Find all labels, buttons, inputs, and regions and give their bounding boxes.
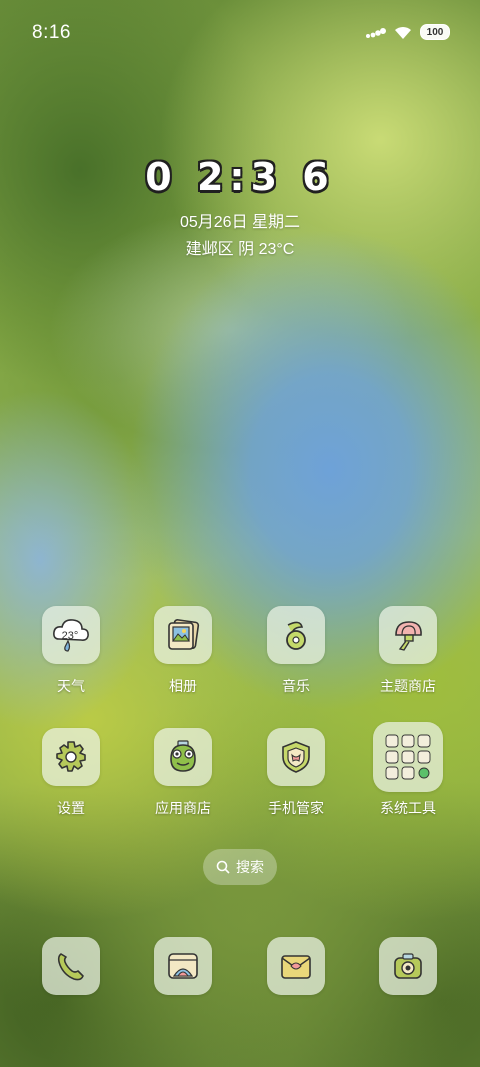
app-label: 设置 xyxy=(57,800,85,816)
app-music[interactable]: 音乐 xyxy=(246,606,346,696)
gallery-icon xyxy=(168,619,200,650)
camera-icon xyxy=(394,953,422,979)
battery-icon: 100 xyxy=(420,24,450,40)
browser-icon xyxy=(168,953,198,979)
app-tile[interactable] xyxy=(42,937,100,995)
folder-icon xyxy=(385,734,431,780)
app-label: 相册 xyxy=(169,678,197,694)
app-tile[interactable] xyxy=(154,606,212,664)
theme-store-icon xyxy=(395,621,422,651)
app-store-icon xyxy=(170,740,196,772)
phone-icon xyxy=(57,953,84,981)
weather-text: 建邺区 阴 23°C xyxy=(185,241,295,258)
signal-icon xyxy=(366,28,386,38)
app-label: 主题商店 xyxy=(380,678,436,694)
dock-messages[interactable] xyxy=(246,937,346,995)
gear-icon xyxy=(56,741,86,772)
app-tile[interactable] xyxy=(267,606,325,664)
app-label: 手机管家 xyxy=(268,800,324,816)
app-weather[interactable]: 23° 天气 xyxy=(21,606,121,696)
dock-camera[interactable] xyxy=(358,937,458,995)
status-time: 8:16 xyxy=(32,22,71,43)
app-label: 应用商店 xyxy=(155,800,211,816)
search-icon xyxy=(216,860,230,874)
app-gallery[interactable]: 相册 xyxy=(133,606,233,696)
dock-phone[interactable] xyxy=(21,937,121,995)
app-label: 系统工具 xyxy=(380,800,436,816)
search-button[interactable]: 搜索 xyxy=(203,849,277,885)
app-tile[interactable] xyxy=(379,937,437,995)
app-tile[interactable]: 23° xyxy=(42,606,100,664)
app-tile[interactable] xyxy=(42,728,100,786)
folder-tile[interactable] xyxy=(373,722,443,792)
music-icon xyxy=(286,621,306,650)
app-tile[interactable] xyxy=(267,728,325,786)
weather-icon-temp: 23° xyxy=(62,630,79,642)
app-app-store[interactable]: 应用商店 xyxy=(133,728,233,818)
app-tile[interactable] xyxy=(267,937,325,995)
lockscreen-clock: 0 2:3 6 xyxy=(145,155,335,199)
app-theme-store[interactable]: 主题商店 xyxy=(358,606,458,696)
app-label: 天气 xyxy=(57,678,85,694)
search-label: 搜索 xyxy=(236,859,264,875)
app-tile[interactable] xyxy=(154,937,212,995)
app-tile[interactable] xyxy=(379,606,437,664)
security-icon xyxy=(282,741,310,773)
app-settings[interactable]: 设置 xyxy=(21,728,121,818)
weather-icon: 23° xyxy=(53,619,89,652)
messages-icon xyxy=(281,955,311,979)
app-security[interactable]: 手机管家 xyxy=(246,728,346,818)
app-system-tools-folder[interactable]: 系统工具 xyxy=(358,722,458,818)
app-tile[interactable] xyxy=(154,728,212,786)
wifi-icon xyxy=(395,26,411,39)
status-bar: 8:16 100 xyxy=(0,0,480,68)
dock-browser[interactable] xyxy=(133,937,233,995)
status-icons: 100 xyxy=(366,24,450,40)
app-label: 音乐 xyxy=(282,678,310,694)
date-text: 05月26日 星期二 xyxy=(179,214,301,231)
